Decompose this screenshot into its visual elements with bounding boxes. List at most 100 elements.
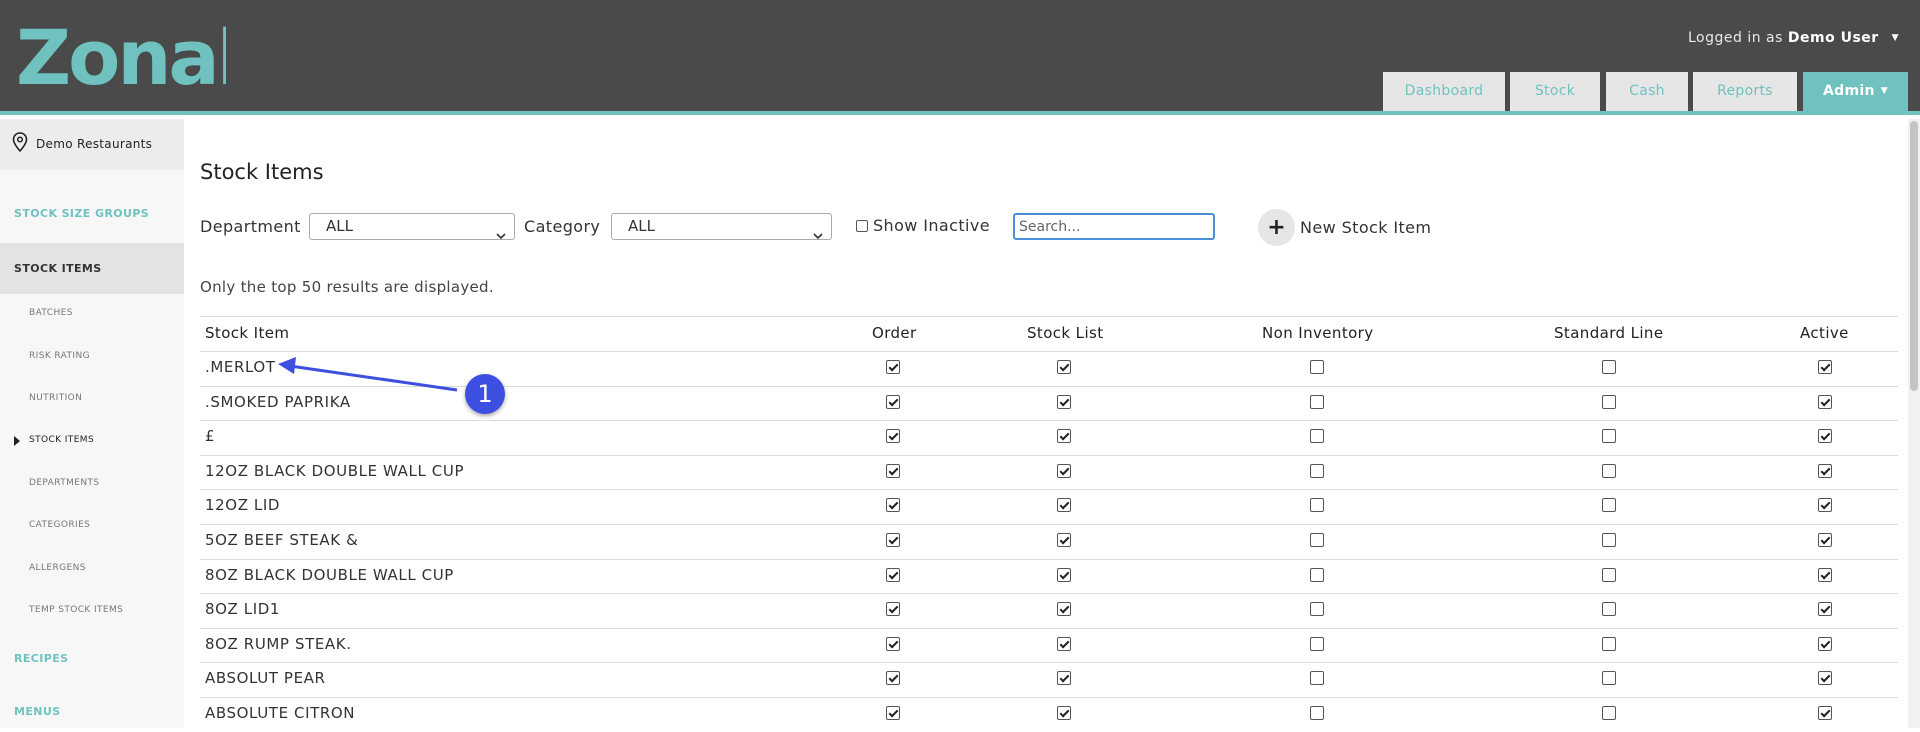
table-row[interactable]: 8OZ LID1 — [200, 593, 1898, 628]
table-row[interactable]: .SMOKED PAPRIKA — [200, 386, 1898, 421]
non-inventory-checkbox[interactable] — [1310, 706, 1324, 720]
stock-item-name[interactable]: 12OZ BLACK DOUBLE WALL CUP — [205, 462, 464, 480]
table-row[interactable]: 8OZ BLACK DOUBLE WALL CUP — [200, 559, 1898, 594]
order-checkbox[interactable] — [886, 463, 900, 478]
active-checkbox[interactable] — [1818, 533, 1832, 547]
standard-line-checkbox[interactable] — [1602, 394, 1616, 409]
active-checkbox[interactable] — [1818, 360, 1832, 374]
non-inventory-checkbox[interactable] — [1310, 567, 1324, 582]
stock-item-name[interactable]: 5OZ BEEF STEAK & — [205, 531, 358, 549]
sidebar-subitem-batches[interactable]: BATCHES — [0, 308, 184, 318]
standard-line-checkbox[interactable] — [1602, 360, 1616, 374]
tab-cash[interactable]: Cash — [1606, 72, 1688, 111]
stock-list-checkbox[interactable] — [1057, 533, 1071, 547]
standard-line-checkbox[interactable] — [1602, 636, 1616, 651]
table-row[interactable]: 12OZ LID — [200, 489, 1898, 524]
stock-item-name[interactable]: 12OZ LID — [205, 496, 280, 514]
standard-line-checkbox[interactable] — [1602, 602, 1616, 617]
column-header-stock-list[interactable]: Stock List — [1027, 316, 1104, 351]
active-checkbox[interactable] — [1818, 498, 1832, 513]
scrollbar-thumb[interactable] — [1910, 121, 1918, 391]
sidebar-item-stock-items[interactable]: STOCK ITEMS — [0, 243, 184, 294]
active-checkbox[interactable] — [1818, 463, 1832, 478]
sidebar-item-menus[interactable]: MENUS — [0, 705, 184, 718]
stock-list-checkbox[interactable] — [1057, 636, 1071, 651]
tab-reports[interactable]: Reports — [1693, 72, 1797, 111]
active-checkbox[interactable] — [1818, 567, 1832, 582]
non-inventory-checkbox[interactable] — [1310, 394, 1324, 409]
stock-list-checkbox[interactable] — [1057, 463, 1071, 478]
non-inventory-checkbox[interactable] — [1310, 636, 1324, 651]
stock-item-name[interactable]: ABSOLUT PEAR — [205, 669, 326, 687]
table-row[interactable]: 8OZ RUMP STEAK. — [200, 628, 1898, 663]
sidebar-subitem-allergens[interactable]: ALLERGENS — [0, 563, 184, 573]
tab-dashboard[interactable]: Dashboard — [1383, 72, 1505, 111]
stock-list-checkbox[interactable] — [1057, 429, 1071, 444]
stock-list-checkbox[interactable] — [1057, 498, 1071, 513]
sidebar-subitem-nutrition[interactable]: NUTRITION — [0, 393, 184, 403]
stock-list-checkbox[interactable] — [1057, 602, 1071, 617]
stock-item-name[interactable]: .SMOKED PAPRIKA — [205, 393, 351, 411]
sidebar-subitem-stock-items[interactable]: STOCK ITEMS — [0, 435, 184, 446]
standard-line-checkbox[interactable] — [1602, 567, 1616, 582]
stock-item-name[interactable]: .MERLOT — [205, 358, 276, 376]
active-checkbox[interactable] — [1818, 429, 1832, 444]
stock-item-name[interactable]: £ — [205, 427, 215, 445]
table-row[interactable]: 5OZ BEEF STEAK & — [200, 524, 1898, 559]
stock-list-checkbox[interactable] — [1057, 567, 1071, 582]
order-checkbox[interactable] — [886, 498, 900, 513]
standard-line-checkbox[interactable] — [1602, 706, 1616, 720]
order-checkbox[interactable] — [886, 602, 900, 617]
zonal-logo[interactable]: Zonal — [16, 13, 243, 102]
sidebar-item-stock-size-groups[interactable]: STOCK SIZE GROUPS — [0, 207, 184, 220]
column-header-non-inventory[interactable]: Non Inventory — [1262, 316, 1374, 351]
order-checkbox[interactable] — [886, 533, 900, 547]
table-row[interactable]: .MERLOT — [200, 351, 1898, 386]
column-header-active[interactable]: Active — [1800, 316, 1849, 351]
search-input[interactable] — [1013, 213, 1215, 240]
non-inventory-checkbox[interactable] — [1310, 671, 1324, 686]
standard-line-checkbox[interactable] — [1602, 533, 1616, 547]
non-inventory-checkbox[interactable] — [1310, 533, 1324, 547]
standard-line-checkbox[interactable] — [1602, 498, 1616, 513]
column-header-stock-item[interactable]: Stock Item — [205, 316, 289, 351]
stock-list-checkbox[interactable] — [1057, 706, 1071, 720]
non-inventory-checkbox[interactable] — [1310, 498, 1324, 513]
stock-item-name[interactable]: 8OZ RUMP STEAK. — [205, 635, 352, 653]
stock-list-checkbox[interactable] — [1057, 671, 1071, 686]
stock-item-name[interactable]: 8OZ LID1 — [205, 600, 280, 618]
sidebar-subitem-departments[interactable]: DEPARTMENTS — [0, 478, 184, 488]
order-checkbox[interactable] — [886, 636, 900, 651]
order-checkbox[interactable] — [886, 429, 900, 444]
non-inventory-checkbox[interactable] — [1310, 360, 1324, 374]
stock-item-name[interactable]: 8OZ BLACK DOUBLE WALL CUP — [205, 566, 454, 584]
non-inventory-checkbox[interactable] — [1310, 429, 1324, 444]
table-row[interactable]: 12OZ BLACK DOUBLE WALL CUP — [200, 455, 1898, 490]
standard-line-checkbox[interactable] — [1602, 671, 1616, 686]
stock-item-name[interactable]: ABSOLUTE CITRON — [205, 704, 355, 722]
order-checkbox[interactable] — [886, 671, 900, 686]
active-checkbox[interactable] — [1818, 706, 1832, 720]
column-header-standard-line[interactable]: Standard Line — [1554, 316, 1663, 351]
tab-stock[interactable]: Stock — [1510, 72, 1600, 111]
table-row[interactable]: ABSOLUT PEAR — [200, 662, 1898, 697]
non-inventory-checkbox[interactable] — [1310, 463, 1324, 478]
order-checkbox[interactable] — [886, 567, 900, 582]
standard-line-checkbox[interactable] — [1602, 429, 1616, 444]
sidebar-subitem-risk-rating[interactable]: RISK RATING — [0, 351, 184, 361]
tab-admin[interactable]: Admin ▼ — [1803, 72, 1908, 111]
active-checkbox[interactable] — [1818, 671, 1832, 686]
order-checkbox[interactable] — [886, 706, 900, 720]
sidebar-subitem-temp-stock-items[interactable]: TEMP STOCK ITEMS — [0, 605, 184, 615]
standard-line-checkbox[interactable] — [1602, 463, 1616, 478]
order-checkbox[interactable] — [886, 360, 900, 374]
user-menu[interactable]: Logged in as Demo User ▼ — [1688, 30, 1899, 46]
active-checkbox[interactable] — [1818, 602, 1832, 617]
location-selector[interactable]: Demo Restaurants — [0, 119, 184, 170]
sidebar-item-recipes[interactable]: RECIPES — [0, 652, 184, 665]
active-checkbox[interactable] — [1818, 636, 1832, 651]
category-select[interactable]: ALL — [611, 213, 832, 240]
column-header-order[interactable]: Order — [872, 316, 917, 351]
table-row[interactable]: £ — [200, 420, 1898, 455]
show-inactive-checkbox[interactable] — [856, 220, 868, 232]
